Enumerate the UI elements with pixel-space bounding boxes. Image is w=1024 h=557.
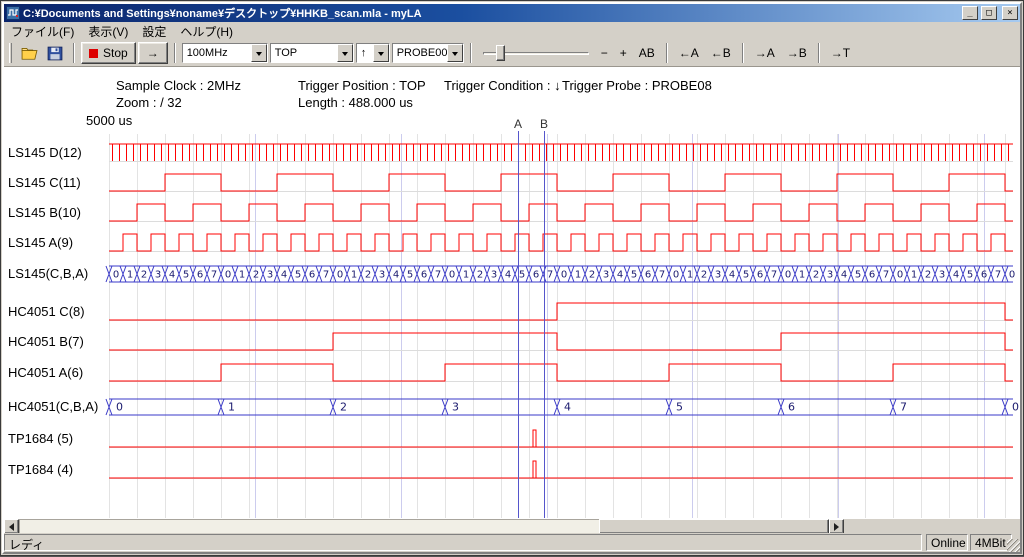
- maximize-button[interactable]: □: [981, 6, 997, 20]
- open-button[interactable]: [17, 42, 41, 64]
- sample-clock-info: Sample Clock : 2MHz: [116, 78, 241, 93]
- zoom-info: Zoom : / 32: [116, 95, 182, 110]
- trigger-probe-select[interactable]: PROBE00: [392, 43, 464, 63]
- run-button[interactable]: →: [138, 42, 168, 64]
- chevron-down-icon[interactable]: [251, 44, 267, 62]
- chevron-down-icon[interactable]: [337, 44, 353, 62]
- sample-clock-value: 100MHz: [183, 47, 251, 59]
- zoom-in-button[interactable]: +: [615, 44, 632, 62]
- trigger-probe-value: PROBE00: [393, 47, 447, 59]
- trigger-condition-info: Trigger Condition : ↓: [444, 78, 561, 93]
- stop-button[interactable]: Stop: [81, 42, 136, 64]
- window-title: C:¥Documents and Settings¥noname¥デスクトップ¥…: [23, 5, 959, 21]
- trigger-probe-info: Trigger Probe : PROBE08: [562, 78, 712, 93]
- app-icon: [6, 6, 20, 20]
- trigger-position-select[interactable]: TOP: [270, 43, 354, 63]
- horizontal-scrollbar[interactable]: [4, 519, 844, 534]
- chevron-down-icon[interactable]: [373, 44, 389, 62]
- status-bar: レディ Online 4MBit: [4, 533, 1020, 552]
- waveform-area[interactable]: [109, 134, 1013, 518]
- save-button[interactable]: [43, 42, 67, 64]
- toolbar-separator: [73, 43, 75, 63]
- ab-button[interactable]: AB: [634, 44, 660, 62]
- scroll-right-button[interactable]: [829, 519, 844, 534]
- menu-bar: ファイル(F) 表示(V) 設定 ヘルプ(H): [4, 22, 1020, 40]
- goto-cursor-b-right-button[interactable]: →B: [782, 44, 812, 62]
- chevron-down-icon[interactable]: [447, 44, 463, 62]
- toolbar-grip[interactable]: [9, 43, 12, 63]
- toolbar-separator: [742, 43, 744, 63]
- trigger-edge-value: ↑: [357, 47, 373, 59]
- app-window: C:¥Documents and Settings¥noname¥デスクトップ¥…: [0, 0, 1024, 556]
- save-floppy-icon: [47, 46, 63, 61]
- resize-grip[interactable]: [1007, 539, 1020, 552]
- status-message: レディ: [4, 534, 922, 551]
- status-memory: 4MBit: [970, 534, 1012, 551]
- trigger-edge-select[interactable]: ↑: [356, 43, 390, 63]
- triangle-right-icon: [834, 523, 843, 531]
- minimize-button[interactable]: _: [962, 6, 978, 20]
- timebase-label: 5000 us: [86, 113, 132, 128]
- scroll-left-button[interactable]: [4, 519, 19, 534]
- toolbar-separator: [470, 43, 472, 63]
- toolbar-separator: [174, 43, 176, 63]
- zoom-out-button[interactable]: −: [596, 44, 613, 62]
- open-folder-icon: [21, 46, 38, 61]
- menu-view[interactable]: 表示(V): [81, 22, 135, 41]
- zoom-slider-thumb[interactable]: [496, 45, 505, 61]
- stop-square-icon: [89, 49, 98, 58]
- trigger-position-info: Trigger Position : TOP: [298, 78, 426, 93]
- status-online: Online: [926, 534, 968, 551]
- goto-cursor-b-left-button[interactable]: ←B: [706, 44, 736, 62]
- toolbar-separator: [666, 43, 668, 63]
- trigger-position-value: TOP: [271, 47, 337, 59]
- zoom-slider[interactable]: [483, 43, 589, 63]
- titlebar: C:¥Documents and Settings¥noname¥デスクトップ¥…: [4, 4, 1020, 22]
- goto-cursor-a-right-button[interactable]: →A: [750, 44, 780, 62]
- toolbar: Stop → 100MHz TOP ↑ PROBE00 − + AB: [4, 40, 1020, 67]
- menu-help[interactable]: ヘルプ(H): [173, 22, 240, 41]
- menu-settings[interactable]: 設定: [135, 22, 173, 41]
- goto-cursor-a-left-button[interactable]: ←A: [674, 44, 704, 62]
- run-arrow-icon: →: [147, 46, 159, 60]
- triangle-left-icon: [5, 523, 14, 531]
- sample-clock-select[interactable]: 100MHz: [182, 43, 268, 63]
- toolbar-separator: [818, 43, 820, 63]
- length-info: Length : 488.000 us: [298, 95, 413, 110]
- close-button[interactable]: ×: [1002, 6, 1018, 20]
- stop-label: Stop: [103, 46, 128, 60]
- menu-file[interactable]: ファイル(F): [4, 22, 81, 41]
- goto-trigger-button[interactable]: →T: [826, 44, 855, 62]
- scrollbar-thumb[interactable]: [599, 519, 829, 534]
